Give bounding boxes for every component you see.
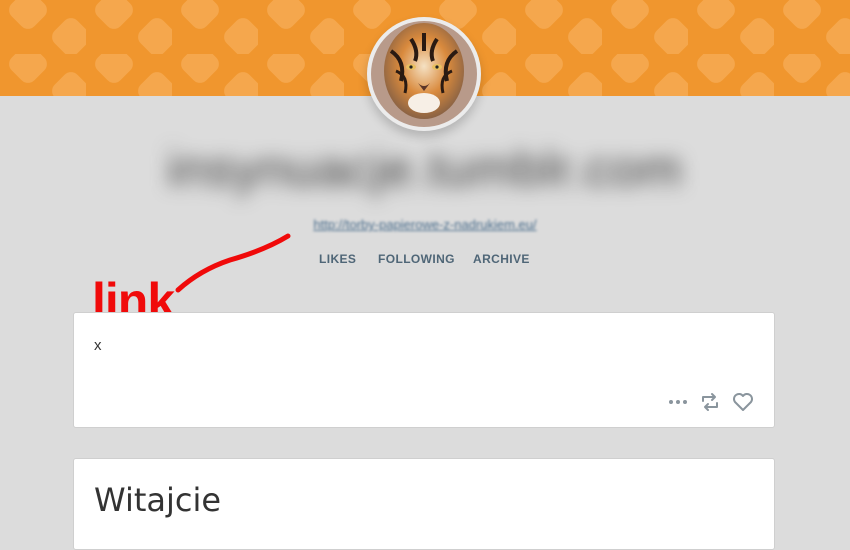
avatar[interactable] bbox=[367, 17, 481, 131]
annotation-arrow-stroke bbox=[175, 233, 291, 293]
nav-following-link[interactable]: FOLLOWING bbox=[378, 252, 455, 266]
post-actions bbox=[668, 391, 754, 413]
reblog-icon[interactable] bbox=[700, 392, 720, 412]
more-icon[interactable] bbox=[668, 392, 688, 412]
tiger-avatar-image bbox=[371, 21, 477, 127]
like-icon[interactable] bbox=[732, 392, 754, 412]
nav-archive-link[interactable]: ARCHIVE bbox=[473, 252, 530, 266]
post-card: x bbox=[73, 312, 775, 428]
post-card: Witajcie bbox=[73, 458, 775, 550]
nav-likes-link[interactable]: LIKES bbox=[319, 252, 356, 266]
post-heading: Witajcie bbox=[94, 481, 222, 519]
blog-title[interactable]: insynuacje.tumblr.com bbox=[150, 140, 700, 198]
post-body: x bbox=[94, 337, 102, 354]
